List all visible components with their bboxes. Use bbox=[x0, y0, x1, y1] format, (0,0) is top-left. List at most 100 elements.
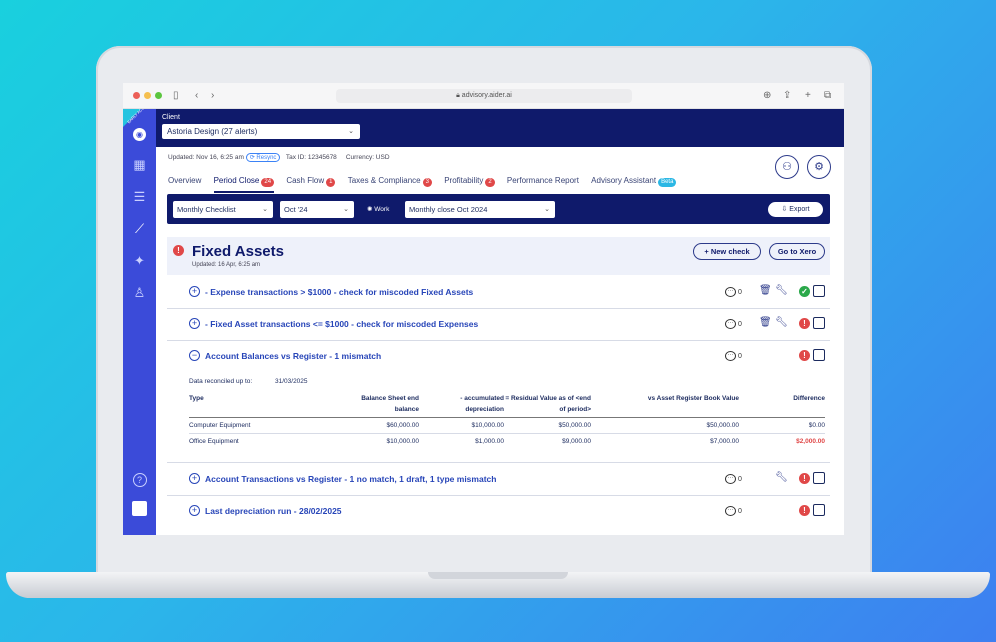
back-icon[interactable]: ‹ bbox=[195, 89, 198, 103]
status-error-icon: ! bbox=[799, 318, 810, 329]
col-header-depreciation: - accumulated depreciation bbox=[460, 395, 504, 413]
comments[interactable]: ··· 0 bbox=[725, 506, 742, 516]
client-select-value: Astoria Design (27 alerts) bbox=[167, 127, 258, 136]
cell-balance: $60,000.00 bbox=[386, 422, 419, 429]
sparkle-icon[interactable]: ✦ bbox=[123, 253, 156, 269]
trash-icon[interactable]: 🗑︎ bbox=[759, 285, 772, 296]
tab-label: Period Close bbox=[213, 176, 260, 185]
check-checkbox[interactable] bbox=[813, 317, 825, 329]
comments[interactable]: ··· 0 bbox=[725, 474, 742, 484]
expand-icon[interactable]: + bbox=[189, 318, 200, 329]
client-header: Client Astoria Design (27 alerts) ⌄ bbox=[156, 109, 844, 147]
cell-register: $7,000.00 bbox=[710, 438, 739, 445]
maximize-window-dot[interactable] bbox=[155, 92, 162, 99]
user-settings-icon[interactable]: ♙ bbox=[123, 285, 156, 301]
col-header-balance: Balance Sheet end balance bbox=[361, 395, 419, 413]
check-row[interactable]: + Account Transactions vs Register - 1 n… bbox=[167, 464, 830, 496]
check-checkbox[interactable] bbox=[813, 349, 825, 361]
expand-icon[interactable]: + bbox=[189, 473, 200, 484]
laptop-notch bbox=[428, 572, 568, 579]
status-ok-icon: ✓ bbox=[799, 286, 810, 297]
check-checkbox[interactable] bbox=[813, 504, 825, 516]
checklist-icon[interactable]: ☰ bbox=[123, 189, 156, 205]
cell-depreciation: $1,000.00 bbox=[475, 438, 504, 445]
comment-icon: ··· bbox=[725, 351, 736, 361]
export-label: Export bbox=[789, 206, 810, 213]
cell-residual: $50,000.00 bbox=[558, 422, 591, 429]
comment-count: 0 bbox=[738, 507, 742, 515]
wrench-icon[interactable]: 🔧︎ bbox=[775, 317, 788, 328]
sidebar-toggle-icon[interactable]: ▯ bbox=[173, 89, 179, 103]
new-tab-icon[interactable]: + bbox=[805, 89, 811, 103]
comments[interactable]: ··· 0 bbox=[725, 351, 742, 361]
check-checkbox[interactable] bbox=[813, 285, 825, 297]
tab-label: Advisory Assistant bbox=[591, 176, 657, 185]
home-icon[interactable]: ◉ bbox=[123, 125, 156, 141]
col-header-register: vs Asset Register Book Value bbox=[647, 395, 739, 402]
check-row[interactable]: + Last depreciation run - 28/02/2025 ···… bbox=[167, 496, 830, 528]
comments[interactable]: ··· 0 bbox=[725, 287, 742, 297]
updated-text: Updated: Nov 16, 6:25 am bbox=[168, 154, 244, 161]
tab-cash-flow[interactable]: Cash Flow 1 bbox=[286, 176, 336, 191]
go-to-xero-button[interactable]: Go to Xero bbox=[769, 243, 825, 260]
wrench-icon[interactable]: 🔧︎ bbox=[775, 285, 788, 296]
tab-label: Profitability bbox=[444, 176, 484, 185]
share-icon[interactable]: ⇪ bbox=[783, 89, 791, 103]
tab-taxes-compliance[interactable]: Taxes & Compliance 3 bbox=[348, 176, 432, 191]
currency: Currency: USD bbox=[345, 154, 390, 161]
new-check-button[interactable]: + New check bbox=[693, 243, 761, 260]
wrench-icon[interactable]: 🔧︎ bbox=[775, 472, 788, 483]
client-select[interactable]: Astoria Design (27 alerts) ⌄ bbox=[162, 124, 360, 139]
address-bar[interactable]: 🔒︎ advisory.aider.ai bbox=[336, 89, 632, 103]
forward-icon[interactable]: › bbox=[211, 89, 214, 103]
chart-icon[interactable]: ⟋ bbox=[123, 221, 156, 237]
cell-type: Office Equipment bbox=[189, 438, 239, 445]
tabs-overview-icon[interactable]: ⧉ bbox=[824, 89, 831, 103]
alert-icon: ! bbox=[173, 245, 184, 256]
tab-badge: 2 bbox=[485, 178, 495, 187]
tab-performance-report[interactable]: Performance Report bbox=[507, 176, 579, 189]
tab-label: Overview bbox=[168, 176, 202, 185]
check-row[interactable]: + - Expense transactions > $1000 - check… bbox=[167, 277, 830, 309]
users-button[interactable]: ⚇ bbox=[775, 155, 799, 179]
tab-period-close[interactable]: Period Close 24 bbox=[213, 176, 275, 193]
url-text: advisory.aider.ai bbox=[461, 92, 512, 99]
expand-icon[interactable]: + bbox=[189, 286, 200, 297]
check-label: Last depreciation run - 28/02/2025 bbox=[205, 506, 342, 516]
tab-label: Performance Report bbox=[506, 176, 579, 185]
period-select[interactable]: Oct '24 ⌄ bbox=[280, 201, 354, 218]
resync-button[interactable]: ⟳ Resync bbox=[245, 153, 281, 162]
tab-overview[interactable]: Overview bbox=[168, 176, 201, 189]
section-title: Fixed Assets bbox=[192, 243, 284, 260]
collapse-icon[interactable]: − bbox=[189, 350, 200, 361]
dashboard-icon[interactable]: ▦ bbox=[123, 157, 156, 173]
settings-button[interactable]: ⚙ bbox=[807, 155, 831, 179]
close-window-dot[interactable] bbox=[133, 92, 140, 99]
resync-label: Resync bbox=[256, 155, 277, 161]
download-icon[interactable]: ⊕ bbox=[763, 89, 771, 103]
export-button[interactable]: ⇩ Export bbox=[768, 202, 823, 217]
tab-profitability[interactable]: Profitability 2 bbox=[444, 176, 495, 191]
status-error-icon: ! bbox=[799, 473, 810, 484]
cell-residual: $9,000.00 bbox=[562, 438, 591, 445]
cell-register: $50,000.00 bbox=[706, 422, 739, 429]
tab-badge: 24 bbox=[261, 178, 275, 187]
expand-icon[interactable]: + bbox=[189, 505, 200, 516]
comments[interactable]: ··· 0 bbox=[725, 319, 742, 329]
work-label-text: Work bbox=[374, 206, 390, 213]
chevron-down-icon: ⌄ bbox=[544, 206, 550, 213]
help-icon[interactable]: ? bbox=[123, 471, 156, 487]
trash-icon[interactable]: 🗑︎ bbox=[759, 317, 772, 328]
minimize-window-dot[interactable] bbox=[144, 92, 151, 99]
section-updated: Updated: 16 Apr, 6:25 am bbox=[192, 262, 261, 268]
recon-date: 31/03/2025 bbox=[275, 378, 308, 385]
checklist-select[interactable]: Monthly Checklist ⌄ bbox=[173, 201, 273, 218]
demo-avatar[interactable] bbox=[123, 501, 156, 519]
check-row-expanded[interactable]: − Account Balances vs Register - 1 misma… bbox=[167, 341, 830, 463]
col-header-residual: = Residual Value as of <end of period> bbox=[505, 395, 591, 413]
work-select[interactable]: Monthly close Oct 2024 ⌄ bbox=[405, 201, 555, 218]
tab-advisory-assistant[interactable]: Advisory Assistant Beta bbox=[591, 176, 677, 191]
check-row[interactable]: + - Fixed Asset transactions <= $1000 - … bbox=[167, 309, 830, 341]
tab-bar: Overview Period Close 24 Cash Flow 1 Taxes… bbox=[168, 176, 686, 193]
check-checkbox[interactable] bbox=[813, 472, 825, 484]
